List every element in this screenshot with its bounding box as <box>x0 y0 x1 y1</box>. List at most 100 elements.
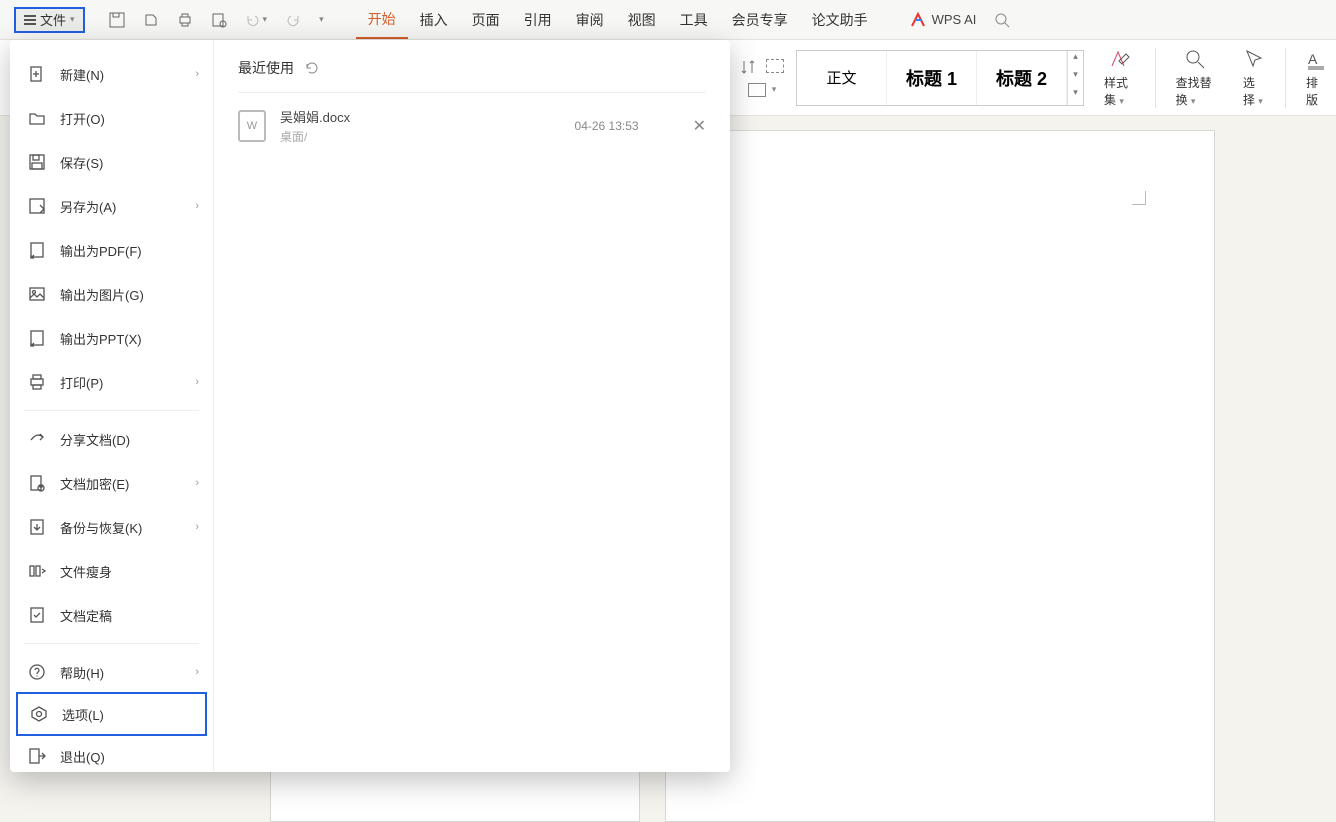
tab-视图[interactable]: 视图 <box>616 0 668 39</box>
redo-button[interactable] <box>285 12 301 28</box>
style-set-button[interactable]: 样式集 ▾ <box>1096 48 1143 108</box>
chevron-down-icon[interactable]: ▾ <box>772 84 777 95</box>
export-icon[interactable] <box>143 12 159 28</box>
sort-icon[interactable] <box>740 59 756 75</box>
tab-页面[interactable]: 页面 <box>460 0 512 39</box>
menu-item-label: 文档加密(E) <box>60 474 129 493</box>
customize-quick-access-dropdown[interactable]: ▾ <box>319 14 324 25</box>
chevron-right-icon: › <box>195 200 199 212</box>
find-icon <box>1184 48 1206 70</box>
recent-file-time: 04-26 13:53 <box>575 119 639 133</box>
tab-插入[interactable]: 插入 <box>408 0 460 39</box>
wps-ai-button[interactable]: WPS AI <box>910 12 977 28</box>
file-menu-button[interactable]: 文件 ▾ <box>14 7 85 33</box>
help-icon <box>28 663 46 681</box>
file-menu-item[interactable]: 选项(L) <box>16 692 207 736</box>
tab-审阅[interactable]: 审阅 <box>564 0 616 39</box>
menu-item-label: 选项(L) <box>62 705 104 724</box>
options-icon <box>30 705 48 723</box>
file-menu-item[interactable]: 备份与恢复(K)› <box>10 505 213 549</box>
chevron-down-icon: ▾ <box>70 14 75 25</box>
recent-file-item[interactable]: W 吴娟娟.docx 桌面/ 04-26 13:53 ✕ <box>238 93 706 159</box>
file-menu-item[interactable]: 打印(P) › <box>10 360 213 404</box>
style-normal[interactable]: 正文 <box>797 51 887 105</box>
chevron-right-icon: › <box>195 376 199 388</box>
exit-icon <box>28 747 46 765</box>
recent-files-panel: 最近使用 W 吴娟娟.docx 桌面/ 04-26 13:53 ✕ <box>214 40 730 772</box>
menu-item-label: 文档定稿 <box>60 606 112 625</box>
chevron-down-icon[interactable]: ▾ <box>263 14 268 25</box>
menu-separator <box>24 643 199 644</box>
file-menu-item[interactable]: 保存(S) <box>10 140 213 184</box>
menu-item-label: 打开(O) <box>60 109 105 128</box>
file-menu-item[interactable]: 另存为(A) › <box>10 184 213 228</box>
style-heading2[interactable]: 标题 2 <box>977 51 1067 105</box>
file-menu-item[interactable]: 退出(Q) <box>10 734 213 778</box>
svg-text:A: A <box>1308 51 1318 67</box>
print-icon[interactable] <box>177 12 193 28</box>
refresh-icon[interactable] <box>304 60 320 76</box>
file-menu-label: 文件 <box>40 10 66 29</box>
menu-item-label: 输出为图片(G) <box>60 285 144 304</box>
chevron-right-icon: › <box>195 68 199 80</box>
file-menu-item[interactable]: 输出为PDF(F) <box>10 228 213 272</box>
select-button[interactable]: 选择 ▾ <box>1235 48 1273 108</box>
top-toolbar: 文件 ▾ ▾ ▾ 开始插入页面引用审阅视图工具会员专享论文助手 WPS AI <box>0 0 1336 40</box>
file-menu-item[interactable]: 输出为图片(G) <box>10 272 213 316</box>
tab-会员专享[interactable]: 会员专享 <box>720 0 800 39</box>
slim-icon <box>28 562 46 580</box>
page-margin-corner <box>1132 191 1146 205</box>
tab-论文助手[interactable]: 论文助手 <box>800 0 880 39</box>
file-menu-item[interactable]: 分享文档(D) <box>10 417 213 461</box>
menu-item-label: 分享文档(D) <box>60 430 130 449</box>
word-document-icon: W <box>238 110 266 142</box>
menu-item-label: 新建(N) <box>60 65 104 84</box>
undo-button[interactable]: ▾ <box>245 12 268 28</box>
file-menu-item[interactable]: 文档加密(E) › <box>10 461 213 505</box>
find-replace-button[interactable]: 查找替换 ▾ <box>1168 48 1223 108</box>
tab-引用[interactable]: 引用 <box>512 0 564 39</box>
file-menu-item[interactable]: 文档定稿 <box>10 593 213 637</box>
document-page[interactable] <box>665 130 1215 822</box>
styles-scroll[interactable]: ▴▾▾ <box>1067 51 1083 105</box>
file-menu-dropdown: 新建(N) › 打开(O) 保存(S) 另存为(A) › 输出为PDF(F) 输出为图片(G)… <box>10 40 730 772</box>
save-icon <box>28 153 46 171</box>
typeset-button[interactable]: A 排版 <box>1298 48 1336 108</box>
close-icon[interactable]: ✕ <box>693 116 706 136</box>
tab-工具[interactable]: 工具 <box>668 0 720 39</box>
menu-item-label: 输出为PPT(X) <box>60 329 142 348</box>
borders-icon[interactable] <box>748 83 766 97</box>
menu-item-label: 输出为PDF(F) <box>60 241 142 260</box>
print-icon <box>28 373 46 391</box>
file-menu-item[interactable]: 打开(O) <box>10 96 213 140</box>
cursor-icon <box>1243 48 1265 70</box>
wps-ai-icon <box>910 12 926 28</box>
paragraph-marks-icon[interactable] <box>766 59 784 73</box>
menu-item-label: 帮助(H) <box>60 663 104 682</box>
save-icon[interactable] <box>109 12 125 28</box>
file-menu-item[interactable]: 新建(N) › <box>10 52 213 96</box>
file-menu-item[interactable]: 文件瘦身 <box>10 549 213 593</box>
file-menu-item[interactable]: 帮助(H) › <box>10 650 213 694</box>
menu-item-label: 文件瘦身 <box>60 562 112 581</box>
menu-item-label: 另存为(A) <box>60 197 116 216</box>
share-icon <box>28 430 46 448</box>
paragraph-controls: ▾ <box>740 59 784 97</box>
chevron-right-icon: › <box>195 666 199 678</box>
encrypt-icon <box>28 474 46 492</box>
ribbon-tabs: 开始插入页面引用审阅视图工具会员专享论文助手 <box>356 0 880 39</box>
menu-item-label: 保存(S) <box>60 153 103 172</box>
menu-item-label: 打印(P) <box>60 373 103 392</box>
chevron-right-icon: › <box>195 477 199 489</box>
search-icon[interactable] <box>994 12 1010 28</box>
export-image-icon <box>28 285 46 303</box>
typeset-icon: A <box>1306 48 1328 70</box>
style-set-icon <box>1108 48 1130 70</box>
styles-gallery[interactable]: 正文 标题 1 标题 2 ▴▾▾ <box>796 50 1084 106</box>
tab-开始[interactable]: 开始 <box>356 0 408 39</box>
print-preview-icon[interactable] <box>211 12 227 28</box>
style-heading1[interactable]: 标题 1 <box>887 51 977 105</box>
export-pdf-icon <box>28 241 46 259</box>
file-menu-item[interactable]: 输出为PPT(X) <box>10 316 213 360</box>
export-ppt-icon <box>28 329 46 347</box>
